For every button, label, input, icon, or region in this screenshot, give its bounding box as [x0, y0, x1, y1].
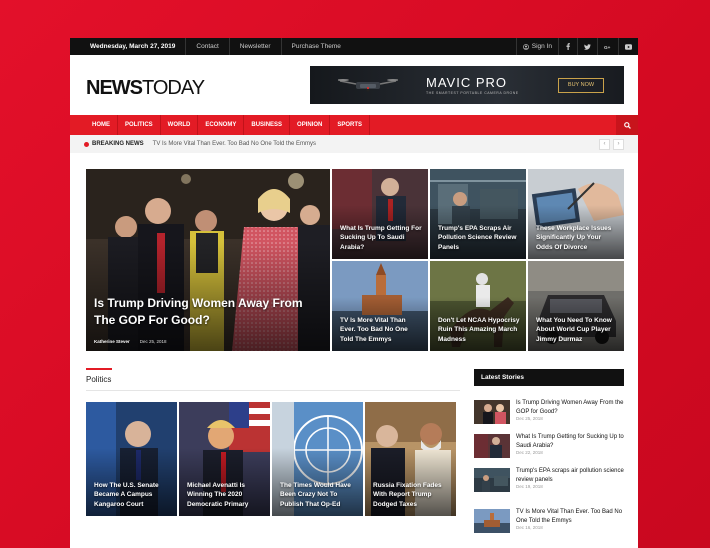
- googleplus-icon[interactable]: G+: [597, 38, 618, 55]
- politics-card[interactable]: Michael Avenatti Is Winning The 2020 Dem…: [179, 402, 270, 516]
- nav-item-business[interactable]: BUSINESS: [244, 115, 291, 135]
- ad-brand: MAVIC PRO: [426, 75, 507, 90]
- breaking-label: BREAKING NEWS: [92, 141, 144, 147]
- latest-story-thumb: [474, 400, 510, 424]
- latest-story-thumb: [474, 509, 510, 533]
- nav-item-politics[interactable]: POLITICS: [118, 115, 161, 135]
- section-divider: [86, 390, 460, 391]
- latest-story-thumb: [474, 434, 510, 458]
- breaking-dot-icon: [84, 141, 89, 147]
- featured-main-meta: Katherine Stever Dec 25, 2018: [94, 339, 167, 344]
- featured-author: Katherine Stever: [94, 339, 130, 344]
- breaking-prev-button[interactable]: ‹: [599, 139, 610, 150]
- search-button[interactable]: [616, 115, 638, 135]
- politics-card[interactable]: Russia Fixation Fades With Report Trump …: [365, 402, 456, 516]
- latest-story-title: TV Is More Vital Than Ever. Too Bad No O…: [516, 509, 623, 524]
- top-bar: Wednesday, March 27, 2019 Contact Newsle…: [70, 38, 638, 55]
- featured-tile[interactable]: Trump's EPA Scraps Air Pollution Science…: [430, 169, 526, 259]
- politics-card[interactable]: The Times Would Have Been Crazy Not To P…: [272, 402, 363, 516]
- latest-story-date: Dec 25, 2018: [516, 416, 543, 421]
- breaking-headline[interactable]: TV Is More Vital Than Ever. Too Bad No O…: [153, 141, 316, 147]
- twitter-icon[interactable]: [577, 38, 597, 55]
- ad-tagline: THE SMARTEST PORTABLE CAMERA DRONE: [426, 91, 519, 95]
- latest-story-title: What Is Trump Getting for Sucking Up to …: [516, 434, 624, 449]
- latest-stories-heading: Latest Stories: [474, 369, 624, 386]
- latest-story-date: Dec 19, 2018: [516, 484, 543, 489]
- newsletter-link[interactable]: Newsletter: [228, 38, 281, 55]
- politics-card-title: Michael Avenatti Is Winning The 2020 Dem…: [187, 481, 249, 508]
- current-date: Wednesday, March 27, 2019: [90, 43, 176, 50]
- featured-tile-title: These Workplace Issues Significantly Up …: [536, 224, 612, 251]
- latest-story-date: Dec 16, 2018: [516, 525, 543, 530]
- signin-label: Sign In: [531, 43, 552, 50]
- featured-tile[interactable]: TV Is More Vital Than Ever. Too Bad No O…: [332, 261, 428, 351]
- featured-tile-title: TV Is More Vital Than Ever. Too Bad No O…: [340, 316, 408, 343]
- latest-story-item[interactable]: Is Trump Driving Women Away From the GOP…: [474, 400, 624, 430]
- youtube-icon[interactable]: [618, 38, 638, 55]
- user-icon: [522, 43, 529, 50]
- main-nav: HOME POLITICS WORLD ECONOMY BUSINESS OPI…: [70, 115, 638, 135]
- latest-story-title: Trump's EPA scraps air pollution science…: [516, 468, 624, 483]
- latest-story-title: Is Trump Driving Women Away From the GOP…: [516, 400, 624, 415]
- svg-text:G+: G+: [604, 45, 611, 50]
- section-accent-line: [86, 368, 112, 370]
- nav-item-world[interactable]: WORLD: [161, 115, 199, 135]
- politics-section-header: Politics: [86, 368, 460, 391]
- breaking-next-button[interactable]: ›: [613, 139, 624, 150]
- logo-light-text: TODAY: [142, 77, 205, 99]
- latest-story-thumb: [474, 468, 510, 492]
- latest-story-date: Dec 22, 2018: [516, 450, 543, 455]
- nav-item-home[interactable]: HOME: [70, 115, 118, 135]
- facebook-icon[interactable]: [558, 38, 577, 55]
- nav-item-sports[interactable]: SPORTS: [330, 115, 371, 135]
- latest-stories: Latest Stories Is Trump Driving Women Aw…: [474, 369, 624, 533]
- latest-story-item[interactable]: Trump's EPA scraps air pollution science…: [474, 468, 624, 498]
- featured-tile[interactable]: What Is Trump Getting For Sucking Up To …: [332, 169, 428, 259]
- featured-tile-title: Trump's EPA Scraps Air Pollution Science…: [438, 224, 517, 251]
- featured-tile[interactable]: Don't Let NCAA Hypocrisy Ruin This Amazi…: [430, 261, 526, 351]
- purchase-theme-link[interactable]: Purchase Theme: [280, 38, 351, 55]
- politics-card-title: How The U.S. Senate Became A Campus Kang…: [94, 481, 159, 508]
- header-ad-banner[interactable]: MAVIC PRO THE SMARTEST PORTABLE CAMERA D…: [310, 66, 624, 104]
- featured-tile-title: What You Need To Know About World Cup Pl…: [536, 316, 612, 343]
- featured-main-title: Is Trump Driving Women Away From The GOP…: [94, 296, 303, 327]
- featured-main-article[interactable]: Is Trump Driving Women Away From The GOP…: [86, 169, 330, 351]
- latest-story-item[interactable]: What Is Trump Getting for Sucking Up to …: [474, 434, 624, 464]
- ad-buy-button[interactable]: BUY NOW: [558, 78, 604, 93]
- breaking-news-bar: BREAKING NEWS TV Is More Vital Than Ever…: [70, 135, 638, 153]
- latest-story-item[interactable]: TV Is More Vital Than Ever. Too Bad No O…: [474, 509, 624, 539]
- site-header: NEWSTODAY MAVIC PRO THE SMARTEST PORTABL…: [70, 55, 638, 115]
- politics-heading[interactable]: Politics: [86, 375, 460, 384]
- site-logo[interactable]: NEWSTODAY: [86, 77, 205, 100]
- politics-card[interactable]: How The U.S. Senate Became A Campus Kang…: [86, 402, 177, 516]
- signin-button[interactable]: Sign In: [515, 38, 558, 55]
- drone-image: [338, 79, 398, 92]
- featured-tile[interactable]: What You Need To Know About World Cup Pl…: [528, 261, 624, 351]
- breaking-label-wrap: BREAKING NEWS: [70, 141, 144, 147]
- contact-link[interactable]: Contact: [185, 38, 228, 55]
- featured-tile-title: Don't Let NCAA Hypocrisy Ruin This Amazi…: [438, 316, 520, 343]
- logo-bold-text: NEWS: [86, 77, 143, 99]
- nav-item-economy[interactable]: ECONOMY: [198, 115, 245, 135]
- politics-card-title: Russia Fixation Fades With Report Trump …: [373, 481, 442, 508]
- search-icon: [623, 121, 631, 129]
- nav-item-opinion[interactable]: OPINION: [290, 115, 331, 135]
- featured-tile-title: What Is Trump Getting For Sucking Up To …: [340, 224, 422, 251]
- featured-tile[interactable]: These Workplace Issues Significantly Up …: [528, 169, 624, 259]
- politics-card-title: The Times Would Have Been Crazy Not To P…: [280, 481, 351, 508]
- site-frame: Wednesday, March 27, 2019 Contact Newsle…: [70, 38, 638, 548]
- featured-date: Dec 25, 2018: [139, 339, 167, 344]
